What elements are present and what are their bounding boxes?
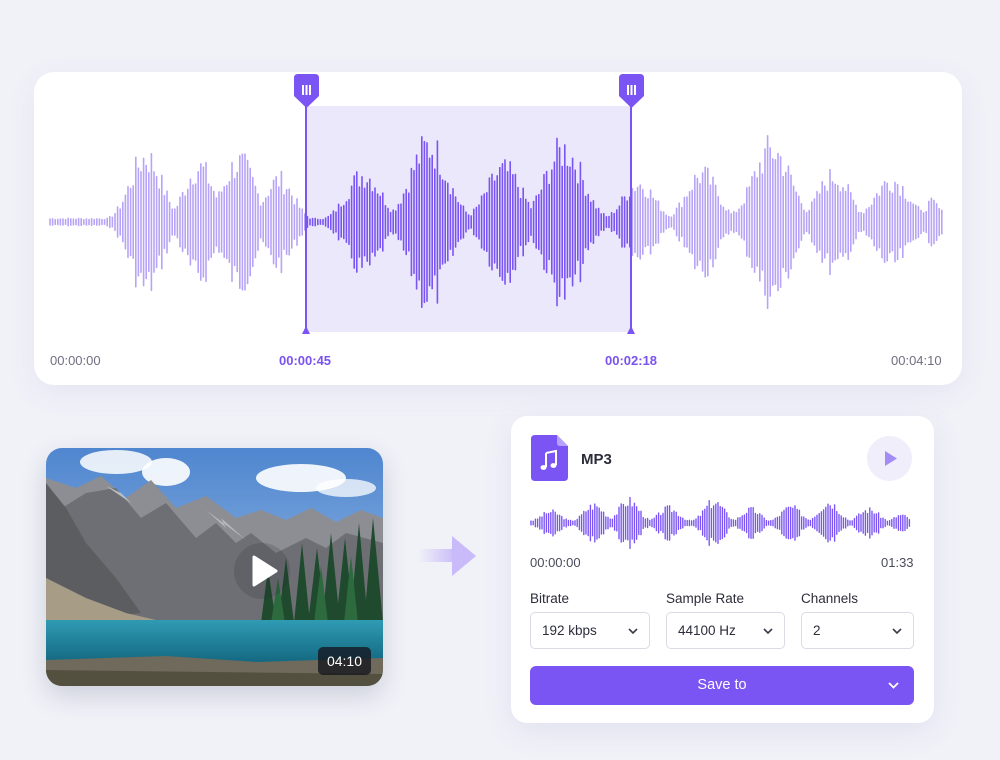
output-format-label: MP3 bbox=[581, 451, 612, 468]
selection-end-time: 00:02:18 bbox=[605, 353, 658, 368]
bitrate-value: 192 kbps bbox=[542, 623, 597, 638]
drag-handle-icon bbox=[619, 74, 644, 108]
drag-handle-icon bbox=[294, 74, 319, 108]
preview-start-time: 00:00:00 bbox=[530, 555, 581, 570]
selection-start-handle[interactable] bbox=[294, 74, 319, 108]
video-thumbnail[interactable]: 04:10 bbox=[46, 448, 383, 686]
sample-rate-select[interactable]: 44100 Hz bbox=[666, 612, 785, 649]
preview-play-button[interactable] bbox=[867, 436, 912, 481]
play-icon bbox=[252, 555, 278, 587]
waveform-canvas[interactable] bbox=[34, 72, 962, 352]
chevron-down-icon bbox=[763, 628, 773, 635]
timeline-end-time: 00:04:10 bbox=[891, 353, 942, 368]
timeline-start-time: 00:00:00 bbox=[50, 353, 101, 368]
arrow-right-icon bbox=[418, 536, 476, 576]
channels-select[interactable]: 2 bbox=[801, 612, 914, 649]
bitrate-label: Bitrate bbox=[530, 591, 570, 606]
output-waveform bbox=[530, 496, 911, 550]
chevron-down-icon bbox=[628, 628, 638, 635]
sample-rate-value: 44100 Hz bbox=[678, 623, 736, 638]
save-to-label: Save to bbox=[697, 677, 747, 693]
selection-end-handle[interactable] bbox=[619, 74, 644, 108]
export-settings-card: MP3 00:00:00 01:33 Bitrate Sample Rate C… bbox=[511, 416, 934, 723]
preview-end-time: 01:33 bbox=[881, 555, 914, 570]
channels-value: 2 bbox=[813, 623, 821, 638]
channels-label: Channels bbox=[801, 591, 859, 606]
waveform-editor[interactable]: 00:00:00 00:00:45 00:02:18 00:04:10 bbox=[34, 72, 962, 385]
video-duration-badge: 04:10 bbox=[317, 647, 371, 675]
selection-start-time: 00:00:45 bbox=[279, 353, 332, 368]
save-to-button[interactable]: Save to bbox=[530, 666, 914, 705]
chevron-down-icon bbox=[888, 682, 899, 689]
video-play-button[interactable] bbox=[234, 543, 290, 599]
sample-rate-label: Sample Rate bbox=[666, 591, 745, 606]
play-icon bbox=[885, 451, 897, 466]
chevron-down-icon bbox=[892, 628, 902, 635]
bitrate-select[interactable]: 192 kbps bbox=[530, 612, 650, 649]
music-file-icon bbox=[531, 435, 568, 481]
